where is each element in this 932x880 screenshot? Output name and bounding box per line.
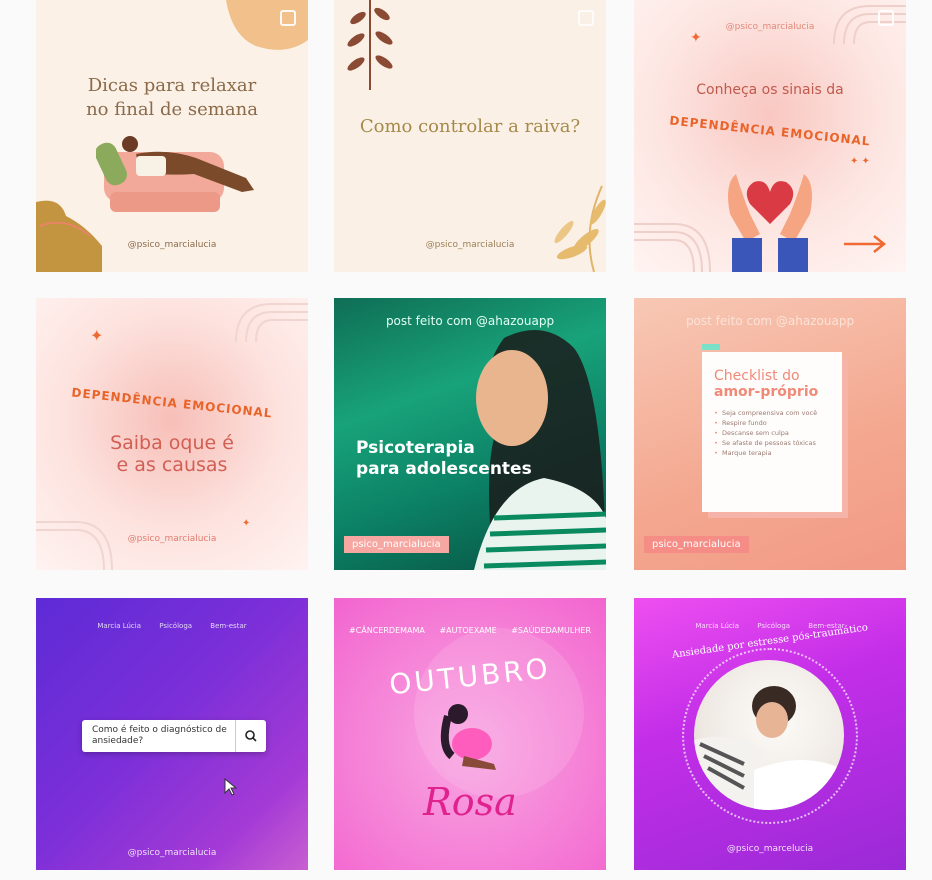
photo-woman-sleeping	[694, 660, 844, 810]
post-tags: #CÂNCERDEMAMA #AUTOEXAME #SAÚDEDAMULHER	[334, 626, 606, 635]
post-tag: #CÂNCERDEMAMA	[348, 626, 425, 635]
post-tags: Marcia Lúcia Psicóloga Bem-estar	[36, 622, 308, 630]
post-tag: Marcia Lúcia	[97, 622, 142, 630]
post-tag: #SAÚDEDAMULHER	[511, 626, 591, 635]
post-title-line1: Psicoterapia	[356, 438, 475, 458]
post-tile-checklist[interactable]: post feito com @ahazouapp Checklist do a…	[634, 298, 906, 570]
post-tile-ansiedade-diagnostico[interactable]: Marcia Lúcia Psicóloga Bem-estar Como é …	[36, 598, 308, 870]
checklist-item: Marque terapia	[714, 448, 817, 458]
leaf-illustration	[554, 185, 606, 272]
sparkle-icon: ✦	[90, 326, 104, 345]
arrow-right-icon	[844, 235, 887, 253]
post-title: Dicas para relaxar no final de semana	[86, 75, 258, 120]
post-handle: @psico_marcialucia	[127, 848, 217, 858]
post-title-line2: para adolescentes	[356, 459, 532, 479]
decor-lines-bottom	[634, 223, 711, 272]
post-handle: @psico_marcialucia	[725, 22, 815, 32]
post-handle: @psico_marcelucia	[726, 844, 814, 854]
post-top-text: post feito com @ahazouapp	[385, 314, 555, 328]
post-tag: Marcia Lúcia	[695, 622, 740, 630]
decor-lines-top	[235, 303, 308, 342]
cursor-icon	[224, 778, 238, 796]
search-box-graphic: Como é feito o diagnóstico de ansiedade?	[82, 720, 266, 752]
checklist-item: Se afaste de pessoas tóxicas	[714, 438, 817, 448]
post-tile-dependencia-emocional[interactable]: ✦ DEPENDÊNCIA EMOCIONAL Saiba oque é e a…	[36, 298, 308, 570]
search-icon	[245, 730, 257, 742]
post-handle-tag: psico_marcialucia	[644, 536, 749, 553]
post-title: Psicoterapia para adolescentes	[356, 438, 532, 480]
checklist-item: Descanse sem culpa	[714, 428, 817, 438]
post-heading: Conheça os sinais da	[696, 82, 844, 98]
post-tile-ansiedade-estresse[interactable]: Marcia Lúcia Psicóloga Bem-estar Ansieda…	[634, 598, 906, 870]
post-tag: Psicóloga	[159, 622, 193, 630]
post-title: Como controlar a raiva?	[359, 116, 581, 137]
post-arc-text: DEPENDÊNCIA EMOCIONAL	[668, 113, 872, 149]
post-tile-psicoterapia[interactable]: post feito com @ahazouapp Psicoterapia p…	[334, 298, 606, 570]
sparkle-icon: ✦	[690, 30, 702, 46]
post-tag: Bem-estar	[210, 622, 247, 630]
post-handle: @psico_marcialucia	[127, 534, 217, 544]
post-tile-raiva[interactable]: Como controlar a raiva? @psico_marcialuc…	[334, 0, 606, 272]
post-handle: @psico_marcialucia	[127, 240, 217, 250]
post-tag: #AUTOEXAME	[439, 626, 497, 635]
post-word: Rosa	[423, 780, 517, 824]
multiple-photos-icon	[578, 10, 594, 26]
post-top-text: post feito com @ahazouapp	[685, 314, 855, 328]
sparkle-icon: ✦ ✦	[850, 156, 870, 167]
branch-illustration	[347, 0, 393, 90]
post-handle: @psico_marcialucia	[425, 240, 515, 250]
checklist-item: Seja compreensiva com você	[714, 408, 817, 418]
post-tag: Psicóloga	[757, 622, 791, 630]
woman-illustration	[440, 704, 496, 770]
post-title: Saiba oque é e as causas	[36, 432, 308, 476]
checklist-title: Checklist do amor-próprio	[714, 368, 818, 400]
checklist-items: Seja compreensiva com você Respire fundo…	[714, 408, 817, 458]
post-tile-outubro-rosa[interactable]: #CÂNCERDEMAMA #AUTOEXAME #SAÚDEDAMULHER …	[334, 598, 606, 870]
sparkle-icon: ✦	[242, 518, 251, 529]
post-arc-text: DEPENDÊNCIA EMOCIONAL	[70, 385, 274, 421]
hands-heart-illustration	[728, 174, 812, 272]
post-tile-sinais-dependencia[interactable]: @psico_marcialucia ✦ Conheça os sinais d…	[634, 0, 906, 272]
post-tile-relaxar[interactable]: Dicas para relaxar no final de semana @p…	[36, 0, 308, 272]
checklist-title-line2: amor-próprio	[714, 384, 819, 400]
decor-blob-top	[226, 0, 308, 50]
sofa-illustration	[96, 136, 254, 212]
multiple-photos-icon	[280, 10, 296, 26]
post-title-line1: Saiba oque é	[110, 432, 234, 454]
post-title-line2: e as causas	[116, 454, 228, 476]
checklist-title-line1: Checklist do	[714, 368, 800, 384]
search-button-graphic	[235, 720, 266, 752]
card-tab	[702, 344, 720, 350]
checklist-item: Respire fundo	[714, 418, 817, 428]
decor-leaf-bottom	[36, 200, 102, 272]
checklist-card: Checklist do amor-próprio Seja compreens…	[702, 352, 842, 512]
post-handle-tag: psico_marcialucia	[344, 536, 449, 553]
search-question: Como é feito o diagnóstico de ansiedade?	[92, 725, 227, 746]
